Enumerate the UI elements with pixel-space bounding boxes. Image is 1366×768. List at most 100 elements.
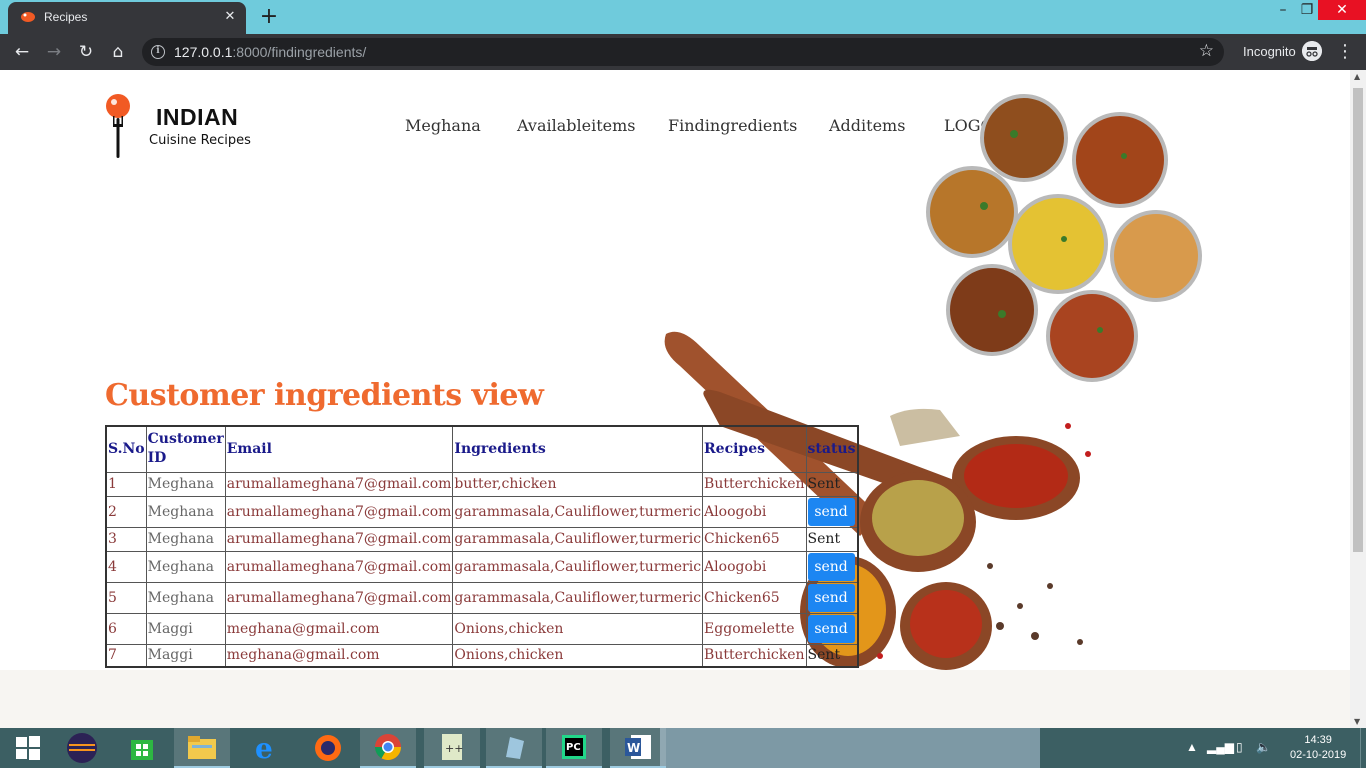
incognito-icon[interactable] bbox=[1302, 41, 1322, 61]
column-header-customer-id: Customer ID bbox=[145, 425, 226, 473]
scroll-thumb[interactable] bbox=[1353, 88, 1363, 552]
cell-recipe: Chicken65 bbox=[702, 581, 807, 614]
address-bar[interactable]: i 127.0.0.1:8000/findingredients/ ☆ bbox=[142, 38, 1224, 66]
incognito-label: Incognito bbox=[1243, 44, 1296, 59]
cell-customer: Meghana bbox=[145, 550, 226, 583]
send-button[interactable]: send bbox=[807, 614, 855, 643]
store-icon[interactable] bbox=[114, 728, 170, 768]
send-button[interactable]: send bbox=[807, 552, 855, 581]
url-text[interactable]: 127.0.0.1:8000/findingredients/ bbox=[174, 44, 366, 60]
browser-menu-icon[interactable]: ⋮ bbox=[1336, 40, 1354, 64]
nav-link-findingredients[interactable]: Findingredients bbox=[668, 116, 797, 135]
show-desktop-button[interactable] bbox=[1360, 728, 1366, 768]
cell-status: send bbox=[805, 612, 859, 645]
tab-close-icon[interactable]: ✕ bbox=[220, 7, 240, 27]
network-icon[interactable]: ▂▄▆ bbox=[1207, 740, 1234, 754]
chrome-icon[interactable] bbox=[360, 728, 416, 768]
brand-subtitle: Cuisine Recipes bbox=[149, 133, 251, 148]
cell-status: send bbox=[805, 495, 859, 528]
ingredients-table: S.No Customer ID Email Ingredients Recip… bbox=[105, 425, 860, 668]
tab-bar: Recipes ✕ + – ❐ ✕ bbox=[0, 0, 1366, 34]
site-info-icon[interactable]: i bbox=[151, 45, 165, 59]
column-header-ingredients: Ingredients bbox=[452, 425, 704, 473]
internet-explorer-icon[interactable]: e bbox=[238, 728, 294, 768]
svg-text:++: ++ bbox=[445, 742, 463, 755]
cell-ingredients: butter,chicken bbox=[452, 471, 704, 497]
windows-taskbar: e ++ PC W ▲ ▂▄▆ ▯ 🔈 14:39 02-10-2019 bbox=[0, 728, 1366, 768]
cell-recipe: Aloogobi bbox=[702, 495, 807, 528]
windows-logo-icon bbox=[16, 736, 40, 760]
volume-icon[interactable]: 🔈 bbox=[1256, 740, 1271, 754]
table-header-row: S.No Customer ID Email Ingredients Recip… bbox=[105, 425, 859, 473]
table-row: 5 Meghana arumallameghana7@gmail.com gar… bbox=[105, 581, 859, 614]
reload-icon[interactable]: ↻ bbox=[74, 40, 98, 64]
eclipse-icon[interactable] bbox=[54, 728, 110, 768]
notes-app-icon[interactable] bbox=[486, 728, 542, 768]
table-row: 7 Maggi meghana@gmail.com Onions,chicken… bbox=[105, 643, 859, 668]
cell-sno: 4 bbox=[105, 550, 147, 583]
cell-recipe: Chicken65 bbox=[702, 526, 807, 552]
cell-ingredients: garammasala,Cauliflower,turmeric bbox=[452, 495, 704, 528]
page-heading: Customer ingredients view bbox=[105, 378, 544, 413]
cell-recipe: Butterchicken bbox=[702, 643, 807, 668]
new-tab-icon[interactable]: + bbox=[256, 4, 282, 30]
url-path: :8000/findingredients/ bbox=[232, 44, 367, 60]
send-button[interactable]: send bbox=[807, 583, 855, 612]
battery-icon[interactable]: ▯ bbox=[1236, 740, 1243, 754]
cell-ingredients: Onions,chicken bbox=[452, 643, 704, 668]
column-header-status: status bbox=[805, 425, 859, 473]
svg-text:W: W bbox=[627, 741, 640, 755]
logo-fork-icon[interactable] bbox=[104, 94, 132, 158]
cell-sno: 7 bbox=[105, 643, 147, 668]
firefox-icon[interactable] bbox=[300, 728, 356, 768]
brand-title[interactable]: INDIAN bbox=[156, 104, 238, 131]
browser-tab[interactable]: Recipes ✕ bbox=[8, 2, 246, 34]
table-row: 4 Meghana arumallameghana7@gmail.com gar… bbox=[105, 550, 859, 583]
nav-link-meghana[interactable]: Meghana bbox=[405, 116, 481, 135]
cell-status: send bbox=[805, 581, 859, 614]
cell-sno: 5 bbox=[105, 581, 147, 614]
browser-toolbar: ← → ↻ ⌂ i 127.0.0.1:8000/findingredients… bbox=[0, 34, 1366, 70]
cell-sno: 3 bbox=[105, 526, 147, 552]
cell-customer: Meghana bbox=[145, 581, 226, 614]
cell-sno: 6 bbox=[105, 612, 147, 645]
notepad-plus-icon[interactable]: ++ bbox=[424, 728, 480, 768]
cell-email: arumallameghana7@gmail.com bbox=[224, 471, 454, 497]
cell-status-sent: Sent bbox=[805, 471, 859, 497]
clock[interactable]: 14:39 02-10-2019 bbox=[1290, 733, 1346, 763]
recipe-favicon-icon bbox=[21, 12, 35, 22]
cell-status-sent: Sent bbox=[805, 643, 859, 668]
cell-customer: Meghana bbox=[145, 495, 226, 528]
send-button[interactable]: send bbox=[807, 497, 855, 526]
svg-text:e: e bbox=[255, 732, 273, 764]
scroll-down-icon[interactable]: ▼ bbox=[1354, 717, 1360, 726]
home-icon[interactable]: ⌂ bbox=[106, 40, 130, 64]
back-icon[interactable]: ← bbox=[10, 40, 34, 64]
nav-link-availableitems[interactable]: Availableitems bbox=[517, 116, 635, 135]
tab-title: Recipes bbox=[44, 10, 88, 24]
cell-ingredients: garammasala,Cauliflower,turmeric bbox=[452, 550, 704, 583]
word-icon[interactable]: W bbox=[610, 728, 666, 768]
cell-status: send bbox=[805, 550, 859, 583]
bookmark-star-icon[interactable]: ☆ bbox=[1199, 41, 1214, 61]
start-icon[interactable] bbox=[0, 728, 56, 768]
cell-status-sent: Sent bbox=[805, 526, 859, 552]
nav-link-additems[interactable]: Additems bbox=[829, 116, 905, 135]
cell-customer: Meghana bbox=[145, 526, 226, 552]
cell-recipe: Eggomelette bbox=[702, 612, 807, 645]
clock-date: 02-10-2019 bbox=[1290, 749, 1347, 761]
forward-icon[interactable]: → bbox=[42, 40, 66, 64]
tray-expand-icon[interactable]: ▲ bbox=[1186, 740, 1198, 754]
page-viewport: INDIAN Cuisine Recipes Meghana Available… bbox=[0, 70, 1350, 728]
page-scrollbar[interactable]: ▲ ▼ bbox=[1350, 70, 1366, 728]
column-header-sno: S.No bbox=[105, 425, 147, 473]
url-host: 127.0.0.1 bbox=[174, 44, 233, 60]
file-explorer-icon[interactable] bbox=[174, 728, 230, 768]
cell-email: arumallameghana7@gmail.com bbox=[224, 581, 454, 614]
footer-band bbox=[0, 670, 1350, 728]
cell-customer: Maggi bbox=[145, 612, 226, 645]
close-window-icon[interactable]: ✕ bbox=[1318, 0, 1366, 20]
cell-email: meghana@gmail.com bbox=[224, 612, 454, 645]
scroll-up-icon[interactable]: ▲ bbox=[1354, 72, 1360, 81]
pycharm-icon[interactable]: PC bbox=[546, 728, 602, 768]
